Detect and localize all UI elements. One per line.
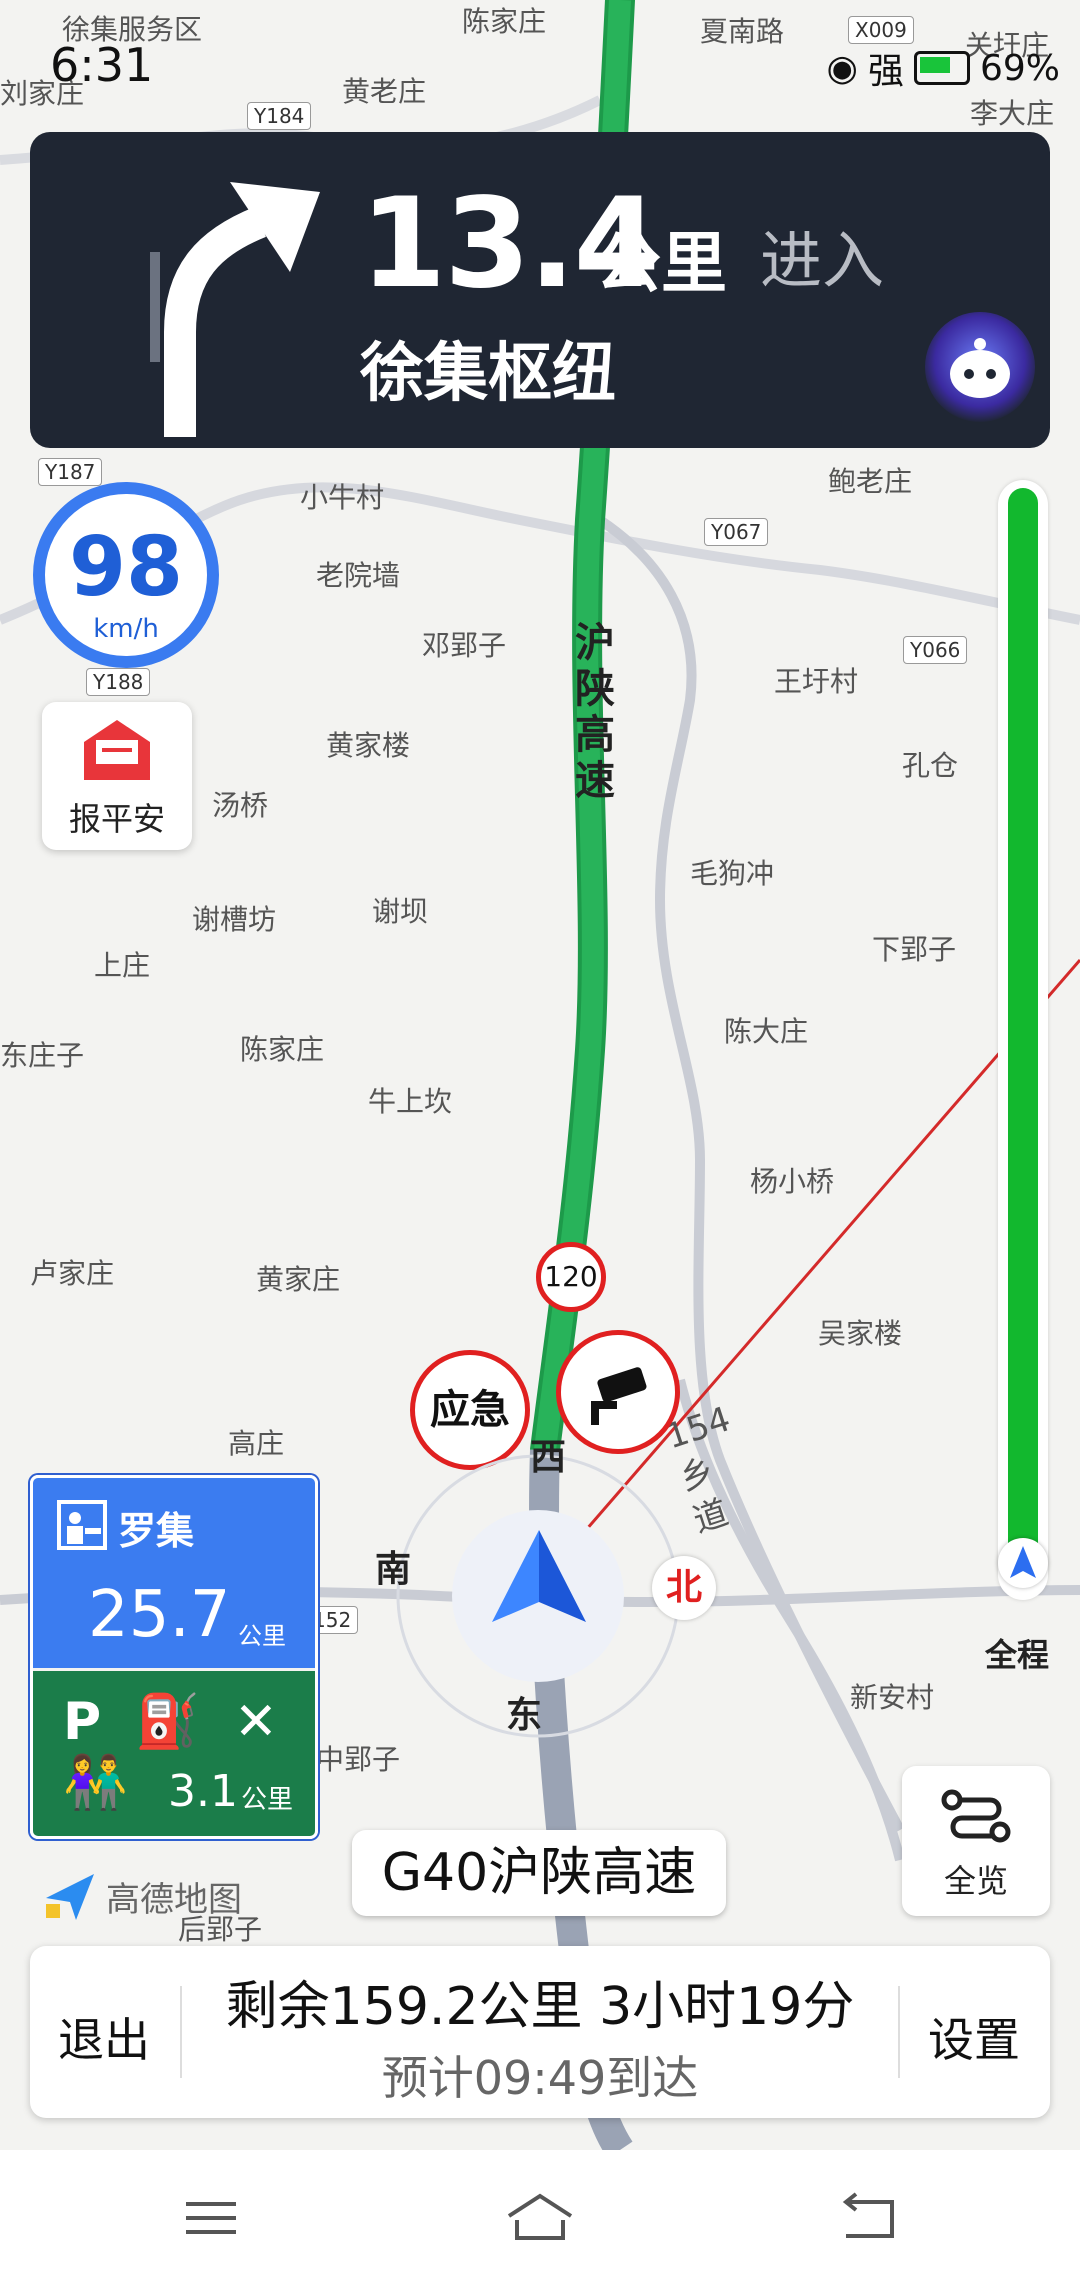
camera-icon (591, 1367, 647, 1425)
compass-west: 西 (530, 1437, 567, 1478)
speed-value: 98 (68, 520, 184, 615)
service-area-icon (57, 1500, 107, 1550)
place-label: 东庄子 (0, 1039, 85, 1072)
estimated-arrival: 预计09:49到达 (381, 2051, 699, 2105)
place-label: 杨小桥 (750, 1165, 835, 1198)
place-label: 鲍老庄 (828, 465, 913, 498)
battery-icon (913, 51, 970, 85)
service-amenities: P ⛽ ✕ 👫 3.1 公里 (33, 1671, 315, 1836)
place-label: 牛上坎 (368, 1085, 453, 1118)
place-label: 黄家楼 (326, 729, 411, 762)
divider (180, 1986, 182, 2078)
compass-north: 北 (652, 1556, 716, 1620)
signal-icon: ◉ (826, 47, 858, 89)
place-label: 下郢子 (872, 933, 957, 966)
traffic-camera-marker (556, 1330, 680, 1454)
compass-south: 南 (375, 1549, 412, 1590)
overview-label: 全览 (943, 1862, 1008, 1900)
amap-logo-icon (46, 1874, 94, 1920)
clock: 6:31 (50, 38, 154, 92)
turn-guidance-card[interactable]: 13.4 公里 进入 徐集枢纽 (30, 132, 1050, 448)
overview-button[interactable]: 全览 (902, 1766, 1050, 1916)
exit-navigation-button[interactable]: 退出 (58, 2004, 150, 2070)
place-label: 谢坝 (372, 895, 429, 928)
voice-assistant-icon[interactable] (925, 312, 1035, 422)
next-road-name: 徐集枢纽 (360, 337, 616, 411)
place-label: 老院墙 (316, 559, 401, 592)
report-safety-button[interactable]: 报平安 (42, 702, 192, 850)
route-progress-fill (1008, 488, 1038, 1576)
current-speed-dial: 98 km/h (33, 482, 219, 668)
place-label: 小牛村 (300, 481, 385, 514)
place-label: 上庄 (94, 949, 151, 982)
road-code-tag: Y187 (38, 458, 103, 486)
place-label: 毛狗冲 (690, 857, 775, 890)
status-bar: 6:31 ◉ 强 69% (0, 0, 1080, 120)
place-label: 高庄 (228, 1427, 285, 1460)
road-code-tag: Y188 (86, 668, 151, 696)
battery-level: 69% (979, 47, 1060, 89)
route-progress-label: 全程 (985, 1636, 1050, 1674)
home-icon[interactable] (505, 2190, 575, 2246)
status-indicators: ◉ 强 69% (827, 42, 1060, 94)
place-label: 黄家庄 (256, 1263, 341, 1296)
place-label: 卢家庄 (30, 1257, 115, 1290)
road-code-tag: Y067 (704, 518, 769, 546)
report-safety-label: 报平安 (68, 800, 165, 838)
menu-icon[interactable] (176, 2190, 246, 2246)
service-area-unit: 公里 (238, 1622, 286, 1650)
current-road-pill: G40沪陕高速 (352, 1830, 726, 1916)
envelope-icon (84, 720, 150, 780)
speed-unit: km/h (93, 614, 159, 644)
amenity-distance: 3.1 (168, 1766, 238, 1817)
signal-strength: 强 (867, 51, 904, 92)
distance-unit: 公里 (595, 225, 727, 302)
place-label: 陈大庄 (724, 1015, 809, 1048)
amap-logo: 高德地图 (42, 1868, 242, 1924)
speed-limit-sign: 120 (536, 1242, 606, 1312)
emergency-label: 应急 (430, 1387, 510, 1433)
action-label: 进入 (760, 224, 885, 297)
turn-right-arrow-icon (150, 182, 320, 437)
route-overview-icon (941, 1789, 1011, 1843)
settings-button[interactable]: 设置 (928, 2004, 1020, 2070)
remaining-distance-time: 剩余159.2公里 3小时19分 (225, 1977, 855, 2037)
service-area-distance: 25.7 (88, 1578, 231, 1652)
place-label: 陈家庄 (240, 1033, 325, 1066)
place-label: 邓郢子 (422, 629, 507, 662)
divider (898, 1986, 900, 2078)
place-label: 王圩村 (774, 665, 859, 698)
amenity-unit: 公里 (241, 1785, 294, 1815)
amap-logo-text: 高德地图 (106, 1879, 242, 1920)
route-progress-bar (998, 480, 1048, 1600)
place-label: 新安村 (850, 1681, 935, 1714)
service-area-name: 罗集 (118, 1509, 195, 1553)
service-area-card[interactable]: 罗集 25.7 公里 P ⛽ ✕ 👫 3.1 公里 (30, 1475, 318, 1839)
car-position-arrow-icon (492, 1530, 586, 1622)
place-label: 吴家楼 (818, 1317, 903, 1350)
place-label: 谢槽坊 (192, 903, 277, 936)
service-area-header: 罗集 25.7 公里 (33, 1478, 315, 1668)
system-navigation-bar (0, 2150, 1080, 2280)
road-code-tag: Y066 (903, 636, 968, 664)
back-icon[interactable] (834, 2190, 904, 2246)
trip-summary-card: 退出 剩余159.2公里 3小时19分 预计09:49到达 设置 (30, 1946, 1050, 2118)
compass-east: 东 (506, 1695, 543, 1736)
place-label: 孔仓 (902, 749, 959, 782)
place-label: 汤桥 (212, 789, 269, 822)
progress-car-icon (998, 1538, 1048, 1588)
highway-label: 沪陕高速 (575, 620, 615, 804)
